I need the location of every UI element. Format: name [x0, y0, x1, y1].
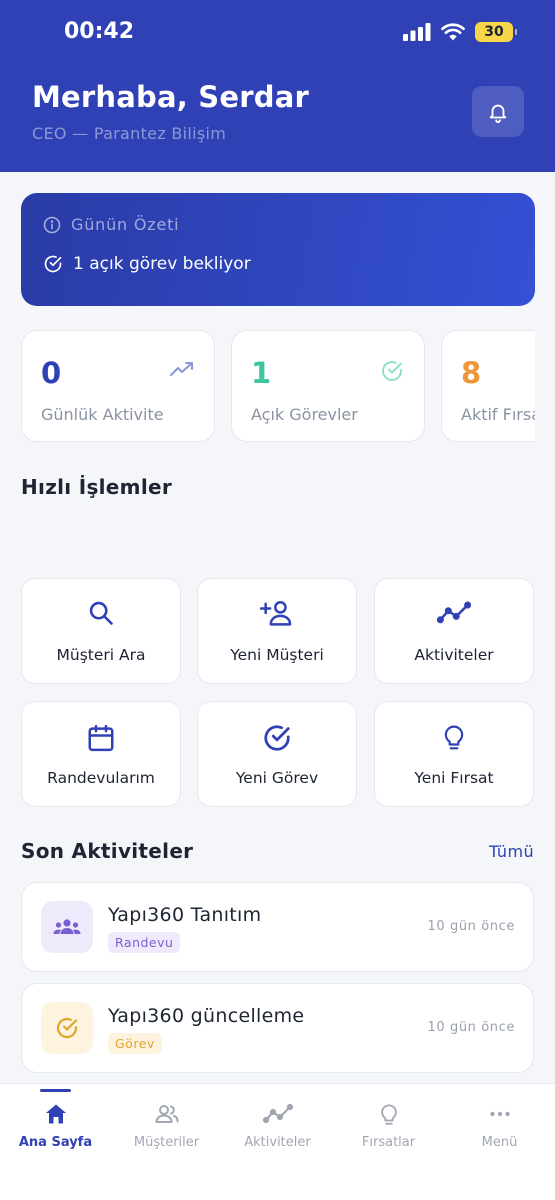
- nav-label: Müşteriler: [133, 1135, 200, 1150]
- stat-label: Aktif Fırsat: [461, 405, 535, 424]
- summary-title: Günün Özeti: [71, 215, 180, 234]
- app-header: 00:42 30 Merhaba, Serdar CEO — Parantez …: [0, 0, 555, 172]
- see-all-link[interactable]: Tümü: [489, 842, 534, 861]
- check-circle-icon: [264, 725, 290, 751]
- stat-card-daily-activity[interactable]: 0 Günlük Aktivite: [21, 330, 215, 442]
- calendar-icon: [88, 724, 114, 752]
- stat-value: 1: [251, 356, 272, 390]
- quick-action-search-customer[interactable]: Müşteri Ara: [21, 578, 181, 684]
- stats-carousel[interactable]: 0 Günlük Aktivite 1 Açık Görevler 8 Akti…: [0, 329, 535, 445]
- status-icons: 30: [403, 22, 517, 42]
- active-tab-indicator: [40, 1089, 71, 1092]
- nav-activities[interactable]: Aktiviteler: [222, 1084, 333, 1174]
- quick-action-label: Yeni Görev: [235, 769, 319, 787]
- summary-text: 1 açık görev bekliyor: [73, 254, 251, 274]
- activity-title: Yapı360 güncelleme: [108, 1005, 305, 1027]
- trending-up-icon: [170, 362, 193, 376]
- wifi-icon: [441, 23, 465, 41]
- add-person-icon: [260, 600, 292, 626]
- activity-icon-box: [41, 1002, 93, 1054]
- summary-line: 1 açık görev bekliyor: [43, 254, 251, 274]
- signal-icon: [403, 23, 431, 41]
- activity-time: 10 gün önce: [427, 919, 515, 934]
- stat-value: 8: [461, 356, 482, 390]
- group-icon: [53, 919, 81, 934]
- search-icon: [89, 601, 113, 625]
- stat-label: Günlük Aktivite: [41, 405, 164, 424]
- activity-icon-box: [41, 901, 93, 953]
- bottom-navigation: Ana Sayfa Müşteriler Aktiviteler Fırsatl…: [0, 1083, 555, 1200]
- daily-summary-card[interactable]: Günün Özeti 1 açık görev bekliyor: [21, 193, 535, 306]
- bell-icon: [489, 104, 507, 123]
- activity-chart-icon: [262, 1103, 293, 1124]
- stat-value: 0: [41, 356, 62, 390]
- quick-action-label: Aktiviteler: [414, 646, 494, 664]
- status-time: 00:42: [64, 19, 135, 44]
- stat-label: Açık Görevler: [251, 405, 358, 424]
- quick-action-label: Randevularım: [47, 769, 155, 787]
- check-circle-icon: [44, 255, 62, 273]
- quick-action-label: Yeni Fırsat: [414, 769, 494, 787]
- quick-action-label: Müşteri Ara: [56, 646, 146, 664]
- nav-opportunities[interactable]: Fırsatlar: [333, 1084, 444, 1174]
- check-circle-icon: [56, 1017, 78, 1039]
- quick-action-appointments[interactable]: Randevularım: [21, 701, 181, 807]
- nav-label: Aktiviteler: [244, 1135, 311, 1150]
- activity-type-badge: Görev: [108, 1033, 162, 1054]
- activity-chart-icon: [437, 601, 471, 624]
- quick-action-new-opportunity[interactable]: Yeni Fırsat: [374, 701, 534, 807]
- more-icon: [489, 1111, 510, 1117]
- nav-menu[interactable]: Menü: [444, 1084, 555, 1174]
- nav-label: Ana Sayfa: [18, 1135, 93, 1150]
- home-icon: [45, 1104, 66, 1124]
- info-icon: [43, 216, 61, 233]
- activity-time: 10 gün önce: [427, 1020, 515, 1035]
- quick-action-activities[interactable]: Aktiviteler: [374, 578, 534, 684]
- quick-actions-title: Hızlı İşlemler: [21, 475, 172, 499]
- nav-home[interactable]: Ana Sayfa: [0, 1084, 111, 1174]
- nav-customers[interactable]: Müşteriler: [111, 1084, 222, 1174]
- quick-action-new-task[interactable]: Yeni Görev: [197, 701, 357, 807]
- lightbulb-icon: [444, 725, 464, 750]
- stat-card-open-tasks[interactable]: 1 Açık Görevler: [231, 330, 425, 442]
- people-icon: [155, 1105, 179, 1123]
- user-role-subtitle: CEO — Parantez Bilişim: [32, 124, 227, 143]
- activity-title: Yapı360 Tanıtım: [108, 904, 262, 926]
- activity-item[interactable]: Yapı360 Tanıtım Randevu 10 gün önce: [21, 882, 534, 972]
- lightbulb-icon: [380, 1104, 397, 1125]
- activity-type-badge: Randevu: [108, 932, 181, 953]
- activity-item[interactable]: Yapı360 güncelleme Görev 10 gün önce: [21, 983, 534, 1073]
- recent-activities-title: Son Aktiviteler: [21, 839, 194, 863]
- stat-card-active-opportunities[interactable]: 8 Aktif Fırsat: [441, 330, 535, 442]
- quick-action-label: Yeni Müşteri: [230, 646, 324, 664]
- check-circle-icon: [382, 361, 402, 381]
- summary-header: Günün Özeti: [43, 215, 179, 234]
- quick-action-new-customer[interactable]: Yeni Müşteri: [197, 578, 357, 684]
- nav-label: Fırsatlar: [361, 1135, 416, 1150]
- notifications-button[interactable]: [472, 86, 524, 137]
- battery-indicator: 30: [475, 22, 517, 42]
- greeting-title: Merhaba, Serdar: [32, 80, 309, 114]
- nav-label: Menü: [481, 1135, 518, 1150]
